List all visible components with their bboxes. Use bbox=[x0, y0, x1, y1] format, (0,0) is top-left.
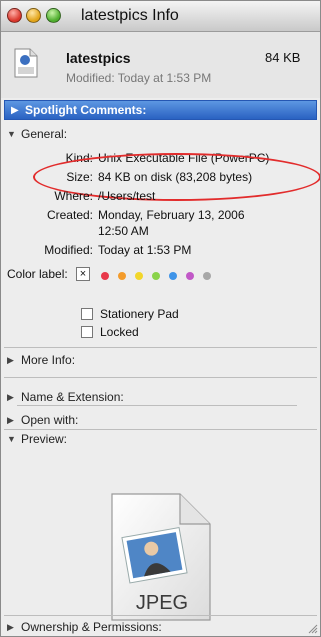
disclosure-right-icon: ▶ bbox=[7, 622, 14, 632]
divider bbox=[4, 429, 317, 430]
locked-checkbox[interactable] bbox=[81, 326, 93, 338]
modified-value: Today at 1:53 PM bbox=[98, 243, 192, 257]
divider bbox=[4, 615, 317, 616]
color-label-row: Color label: bbox=[7, 267, 68, 281]
created-time-value: 12:50 AM bbox=[98, 224, 149, 238]
divider bbox=[4, 347, 317, 348]
open-with-label: Open with: bbox=[21, 413, 79, 427]
color-label-swatch[interactable] bbox=[169, 272, 177, 280]
resize-grip-icon[interactable] bbox=[307, 623, 318, 634]
name-extension-label: Name & Extension: bbox=[21, 390, 124, 404]
divider bbox=[4, 377, 317, 378]
stationery-label: Stationery Pad bbox=[100, 307, 179, 321]
window-title: latestpics Info bbox=[81, 7, 179, 24]
ownership-label: Ownership & Permissions: bbox=[21, 620, 162, 634]
divider bbox=[17, 405, 297, 406]
disclosure-right-icon: ▶ bbox=[11, 105, 19, 116]
file-header: latestpics 84 KB Modified: Today at 1:53… bbox=[1, 32, 320, 98]
minimize-button[interactable] bbox=[26, 8, 41, 23]
color-label-swatch[interactable] bbox=[101, 272, 109, 280]
spotlight-comments-header[interactable]: ▶ Spotlight Comments: bbox=[4, 100, 317, 120]
preview-label: Preview: bbox=[21, 432, 68, 446]
modified-label: Modified: bbox=[44, 243, 93, 257]
zoom-button[interactable] bbox=[46, 8, 61, 23]
disclosure-right-icon: ▶ bbox=[7, 392, 14, 402]
spotlight-comments-label: Spotlight Comments: bbox=[25, 103, 147, 117]
jpeg-badge-text: JPEG bbox=[136, 592, 188, 614]
disclosure-down-icon: ▼ bbox=[7, 434, 16, 444]
locked-label: Locked bbox=[100, 325, 139, 339]
disclosure-right-icon: ▶ bbox=[7, 415, 14, 425]
file-size: 84 KB bbox=[265, 50, 301, 65]
jpeg-document-icon: JPEG bbox=[111, 493, 211, 621]
color-label-swatch[interactable] bbox=[118, 272, 126, 280]
file-name: latestpics bbox=[66, 50, 131, 66]
file-modified: Modified: Today at 1:53 PM bbox=[66, 71, 212, 85]
where-label: Where: bbox=[54, 189, 93, 203]
disclosure-right-icon: ▶ bbox=[7, 355, 14, 365]
color-label-swatch[interactable] bbox=[203, 272, 211, 280]
general-label: General: bbox=[21, 127, 68, 141]
close-button[interactable] bbox=[7, 8, 22, 23]
disclosure-down-icon: ▼ bbox=[7, 129, 16, 139]
color-label-swatch[interactable] bbox=[186, 272, 194, 280]
color-none-button[interactable]: × bbox=[76, 267, 90, 281]
info-window: latestpics Info latestpics 84 KB Modifie… bbox=[0, 0, 321, 637]
created-label: Created: bbox=[46, 208, 93, 222]
more-info-label: More Info: bbox=[21, 353, 76, 367]
title-bar[interactable]: latestpics Info bbox=[1, 1, 320, 32]
info-pane: latestpics 84 KB Modified: Today at 1:53… bbox=[1, 32, 320, 636]
color-label-label: Color label: bbox=[7, 267, 68, 281]
file-icon bbox=[14, 48, 38, 78]
where-value: /Users/test bbox=[98, 189, 156, 203]
created-value: Monday, February 13, 2006 bbox=[98, 208, 245, 222]
stationery-checkbox[interactable] bbox=[81, 308, 93, 320]
color-label-swatch[interactable] bbox=[152, 272, 160, 280]
color-label-swatch[interactable] bbox=[135, 272, 143, 280]
